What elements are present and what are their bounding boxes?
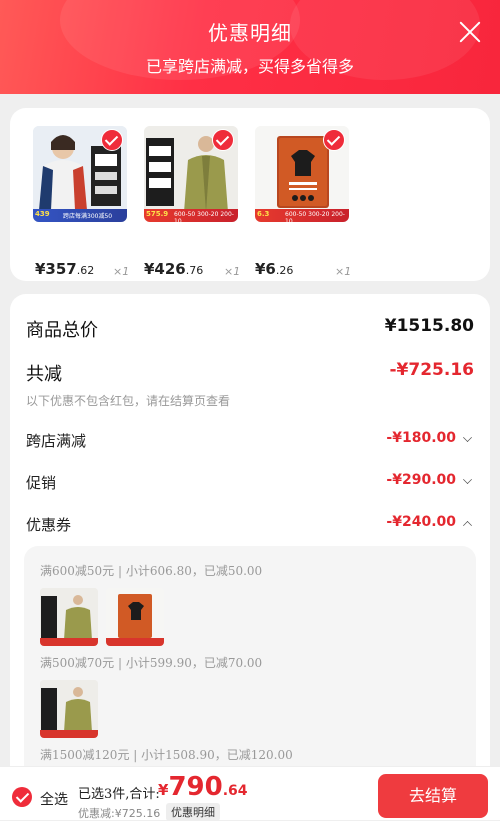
total-label: 商品总价: [26, 320, 98, 341]
promo-text: 600-50 300-20 200-10: [174, 211, 234, 222]
header: 优惠明细 已享跨店满减，买得多省得多: [0, 0, 500, 94]
coupon-group-label: 满500减70元 | 小计599.90，已减70.00: [40, 656, 263, 670]
selected-check-icon[interactable]: [212, 129, 234, 151]
chevron-down-icon[interactable]: [463, 475, 472, 484]
select-all-label[interactable]: 全选: [40, 789, 68, 809]
product-image[interactable]: 439 跨店每满300减50: [33, 126, 127, 222]
reduce-row: 共减 -¥725.16: [26, 360, 474, 386]
product-quantity: ×1: [113, 265, 130, 278]
price-integer: 790: [168, 772, 223, 802]
selected-products-card: 439 跨店每满300减50 ¥357.62 ×1 575.9 600-50 3…: [10, 108, 490, 281]
price-integer: ¥6: [255, 260, 276, 278]
price-decimal: .62: [76, 264, 95, 277]
coupon-product-thumb: [40, 680, 98, 738]
coupon-product-thumb: [106, 588, 164, 646]
page-title: 优惠明细: [208, 21, 292, 45]
chevron-up-icon[interactable]: [463, 521, 472, 530]
discount-detail-link[interactable]: 优惠明细: [166, 803, 220, 821]
row-label: 优惠券: [26, 516, 72, 534]
reduce-label: 共减: [26, 364, 62, 385]
product-image[interactable]: 575.9 600-50 300-20 200-10: [144, 126, 238, 222]
row-label: 跨店满减: [26, 432, 87, 450]
discount-detail-card: 商品总价 ¥1515.80 共减 -¥725.16 以下优惠不包含红包，请在结算…: [10, 294, 490, 819]
promo-text: 跨店每满300减50: [63, 213, 113, 220]
total-row: 商品总价 ¥1515.80: [26, 316, 474, 342]
product-price: ¥426.76: [144, 260, 203, 278]
selected-check-icon[interactable]: [101, 129, 123, 151]
promo-text: 600-50 300-20 200-10: [285, 211, 345, 222]
product-photo: [106, 588, 164, 646]
price-decimal: .76: [185, 264, 204, 277]
product-quantity: ×1: [335, 265, 352, 278]
total-price: ¥790.64: [158, 772, 248, 802]
product-photo: [40, 680, 98, 738]
promo-strip: 6.3 600-50 300-20 200-10: [255, 209, 349, 222]
promo-strip: 575.9 600-50 300-20 200-10: [144, 209, 238, 222]
promotion-row[interactable]: 促销 -¥290.00: [26, 472, 474, 496]
promo-price: 6.3: [257, 210, 270, 218]
product-item[interactable]: 575.9 600-50 300-20 200-10 ¥426.76 ×1: [144, 126, 240, 278]
price-currency: ¥: [158, 781, 169, 799]
product-item[interactable]: 439 跨店每满300减50 ¥357.62 ×1: [33, 126, 129, 278]
product-photo: [40, 588, 98, 646]
row-value: -¥290.00: [386, 472, 456, 488]
close-icon[interactable]: [458, 20, 482, 44]
product-price: ¥357.62: [35, 260, 94, 278]
coupon-group-label: 满600减50元 | 小计606.80，已减50.00: [40, 564, 263, 578]
coupon-row[interactable]: 优惠券 -¥240.00: [26, 514, 474, 538]
price-decimal: .64: [222, 783, 248, 799]
price-integer: ¥357: [35, 260, 77, 278]
product-price: ¥6.26: [255, 260, 293, 278]
price-decimal: .26: [275, 264, 294, 277]
product-image[interactable]: 6.3 600-50 300-20 200-10: [255, 126, 349, 222]
product-item[interactable]: 6.3 600-50 300-20 200-10 ¥6.26 ×1: [255, 126, 351, 278]
chevron-down-icon[interactable]: [463, 433, 472, 442]
select-all-check-icon[interactable]: [12, 787, 32, 807]
reduce-note: 以下优惠不包含红包，请在结算页查看: [26, 394, 231, 408]
cross-store-discount-row[interactable]: 跨店满减 -¥180.00: [26, 430, 474, 454]
page-subtitle: 已享跨店满减，买得多省得多: [145, 57, 354, 76]
promo-strip: 439 跨店每满300减50: [33, 209, 127, 222]
product-quantity: ×1: [224, 265, 241, 278]
promo-price: 575.9: [146, 210, 169, 218]
checkout-bar: 全选 已选3件,合计: ¥790.64 优惠减:¥725.16 优惠明细 去结算: [0, 766, 500, 821]
row-label: 促销: [26, 474, 57, 492]
total-value: ¥1515.80: [384, 316, 474, 336]
coupon-group-label: 满1500减120元 | 小计1508.90，已减120.00: [40, 748, 293, 762]
price-integer: ¥426: [144, 260, 186, 278]
selected-count-text: 已选3件,合计:: [78, 787, 160, 802]
row-value: -¥240.00: [386, 514, 456, 530]
promo-price: 439: [35, 210, 50, 218]
row-value: -¥180.00: [386, 430, 456, 446]
selected-check-icon[interactable]: [323, 129, 345, 151]
checkout-button[interactable]: 去结算: [378, 774, 488, 818]
coupon-product-thumb: [40, 588, 98, 646]
reduce-value: -¥725.16: [389, 360, 475, 380]
